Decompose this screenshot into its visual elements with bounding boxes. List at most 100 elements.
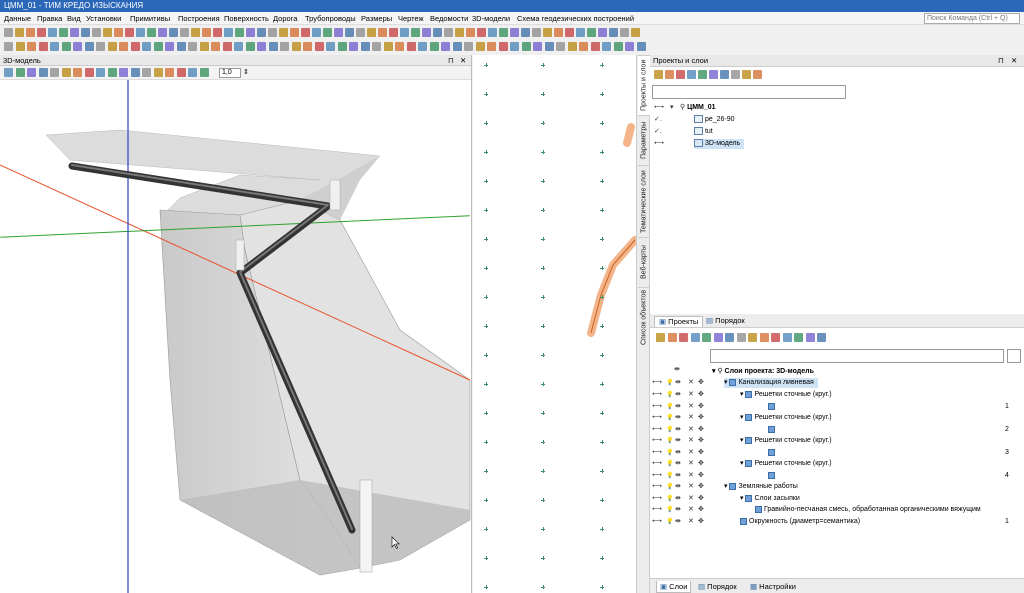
projects-tool-icon[interactable] bbox=[665, 70, 674, 79]
layer-style-icon[interactable]: ⇼ bbox=[674, 365, 680, 375]
lightbulb-icon[interactable]: 💡 bbox=[666, 517, 673, 527]
toolbar-tool-icon[interactable] bbox=[400, 28, 409, 37]
toolbar-tool-icon[interactable] bbox=[15, 28, 24, 37]
layers-filter-options[interactable] bbox=[1007, 349, 1021, 363]
toolbar-tool-icon[interactable] bbox=[429, 42, 439, 51]
toolbar-tool-icon[interactable] bbox=[224, 28, 233, 37]
layers-tool-icon[interactable] bbox=[748, 333, 757, 342]
layers-tool-icon[interactable] bbox=[736, 333, 746, 342]
toolbar-tool-icon[interactable] bbox=[103, 28, 112, 37]
toolbar-tool-icon[interactable] bbox=[280, 42, 289, 51]
toolbar-tool-icon[interactable] bbox=[367, 28, 376, 37]
zoom-input[interactable]: 1,0 bbox=[219, 68, 241, 78]
menu-pipelines[interactable]: Трубопроводы bbox=[305, 13, 356, 24]
toolbar-tool-icon[interactable] bbox=[301, 28, 310, 37]
move-icon[interactable]: ✥ bbox=[698, 494, 704, 504]
layer-row[interactable]: Окружность (диаметр=семантика) bbox=[740, 517, 860, 527]
toolbar-tool-icon[interactable] bbox=[188, 42, 197, 51]
toolbar-tool-icon[interactable] bbox=[169, 28, 178, 37]
menu-geodetic-scheme[interactable]: Схема геодезических построений bbox=[517, 13, 634, 24]
toolbar-tool-icon[interactable] bbox=[455, 28, 464, 37]
projects-tool-icon[interactable] bbox=[654, 70, 663, 79]
toolbar-tool-icon[interactable] bbox=[279, 28, 288, 37]
menu-data[interactable]: Данные bbox=[4, 13, 31, 24]
move-icon[interactable]: ✥ bbox=[698, 517, 704, 527]
toolbar-tool-icon[interactable] bbox=[487, 42, 496, 51]
view-3d-tool-icon[interactable] bbox=[142, 68, 151, 77]
toolbar-tool-icon[interactable] bbox=[70, 28, 79, 37]
toolbar-tool-icon[interactable] bbox=[213, 28, 222, 37]
toolbar-tool-icon[interactable] bbox=[587, 28, 596, 37]
move-icon[interactable]: ✥ bbox=[698, 413, 704, 423]
layers-tool-icon[interactable] bbox=[725, 333, 734, 342]
toolbar-tool-icon[interactable] bbox=[625, 42, 634, 51]
lightbulb-icon[interactable]: 💡 bbox=[666, 482, 673, 492]
toolbar-tool-icon[interactable] bbox=[38, 42, 48, 51]
menu-edit[interactable]: Правка bbox=[37, 13, 62, 24]
menu-road[interactable]: Дорога bbox=[273, 13, 297, 24]
toolbar-tool-icon[interactable] bbox=[452, 42, 462, 51]
style-line-icon[interactable]: ⇼ bbox=[675, 378, 681, 388]
toolbar-tool-icon[interactable] bbox=[411, 28, 420, 37]
toolbar-tool-icon[interactable] bbox=[418, 42, 427, 51]
toolbar-tool-icon[interactable] bbox=[176, 42, 186, 51]
visibility-toggle-icon[interactable]: ⟷ bbox=[652, 378, 662, 388]
view-3d-tool-icon[interactable] bbox=[176, 68, 186, 77]
toolbar-tool-icon[interactable] bbox=[165, 42, 174, 51]
toolbar-tool-icon[interactable] bbox=[395, 42, 404, 51]
toolbar-tool-icon[interactable] bbox=[323, 28, 332, 37]
visibility-toggle-icon[interactable]: ⟷ bbox=[652, 448, 662, 458]
view-3d-tool-icon[interactable] bbox=[199, 68, 209, 77]
menu-reports[interactable]: Ведомости bbox=[430, 13, 468, 24]
toolbar-tool-icon[interactable] bbox=[636, 42, 646, 51]
toolbar-tool-icon[interactable] bbox=[15, 42, 25, 51]
toolbar-tool-icon[interactable] bbox=[590, 42, 600, 51]
lightbulb-icon[interactable]: 💡 bbox=[666, 448, 673, 458]
toolbar-tool-icon[interactable] bbox=[543, 28, 552, 37]
edit-check-icon[interactable]: ✓. bbox=[654, 127, 662, 137]
layers-tool-icon[interactable] bbox=[794, 333, 803, 342]
layer-row[interactable] bbox=[768, 425, 777, 435]
toolbar-tool-icon[interactable] bbox=[303, 42, 312, 51]
projects-tool-icon[interactable] bbox=[742, 70, 751, 79]
visibility-toggle-icon[interactable]: ⟷ bbox=[652, 390, 662, 400]
layers-tool-icon[interactable] bbox=[702, 333, 711, 342]
view-3d-tool-icon[interactable] bbox=[50, 68, 59, 77]
toolbar-tool-icon[interactable] bbox=[234, 42, 243, 51]
projects-tool-icon[interactable] bbox=[698, 70, 707, 79]
layers-tool-icon[interactable] bbox=[667, 333, 677, 342]
view-3d-tool-icon[interactable] bbox=[84, 68, 94, 77]
toolbar-tool-icon[interactable] bbox=[326, 42, 335, 51]
lightbulb-icon[interactable]: 💡 bbox=[666, 505, 673, 515]
toolbar-tool-icon[interactable] bbox=[257, 28, 266, 37]
move-icon[interactable]: ✥ bbox=[698, 378, 704, 388]
toolbar-tool-icon[interactable] bbox=[125, 28, 134, 37]
hide-x-icon[interactable]: ✕ bbox=[688, 402, 694, 412]
hide-x-icon[interactable]: ✕ bbox=[688, 517, 694, 527]
hide-x-icon[interactable]: ✕ bbox=[688, 378, 694, 388]
toolbar-tool-icon[interactable] bbox=[334, 28, 343, 37]
zoom-spinner-icon[interactable]: ⇕ bbox=[243, 68, 249, 76]
toolbar-tool-icon[interactable] bbox=[290, 28, 299, 37]
visibility-toggle-icon[interactable]: ⟷ bbox=[652, 517, 662, 527]
toolbar-tool-icon[interactable] bbox=[199, 42, 209, 51]
layers-tool-icon[interactable] bbox=[771, 333, 780, 342]
projects-tool-icon[interactable] bbox=[676, 70, 685, 79]
style-line-icon[interactable]: ⇼ bbox=[675, 413, 681, 423]
visibility-toggle-icon[interactable]: ⟷ bbox=[654, 103, 664, 113]
toolbar-tool-icon[interactable] bbox=[544, 42, 554, 51]
toolbar-tool-icon[interactable] bbox=[609, 28, 618, 37]
view-3d-tool-icon[interactable] bbox=[61, 68, 71, 77]
toolbar-tool-icon[interactable] bbox=[268, 42, 278, 51]
move-icon[interactable]: ✥ bbox=[698, 505, 704, 515]
hide-x-icon[interactable]: ✕ bbox=[688, 482, 694, 492]
move-icon[interactable]: ✥ bbox=[698, 436, 704, 446]
toolbar-tool-icon[interactable] bbox=[73, 42, 82, 51]
toolbar-tool-icon[interactable] bbox=[96, 42, 105, 51]
lightbulb-icon[interactable]: 💡 bbox=[666, 436, 673, 446]
toolbar-tool-icon[interactable] bbox=[576, 28, 585, 37]
layers-tool-icon[interactable] bbox=[679, 333, 688, 342]
toolbar-tool-icon[interactable] bbox=[433, 28, 442, 37]
visibility-toggle-icon[interactable]: ⟷ bbox=[652, 482, 662, 492]
lightbulb-icon[interactable]: 💡 bbox=[666, 494, 673, 504]
